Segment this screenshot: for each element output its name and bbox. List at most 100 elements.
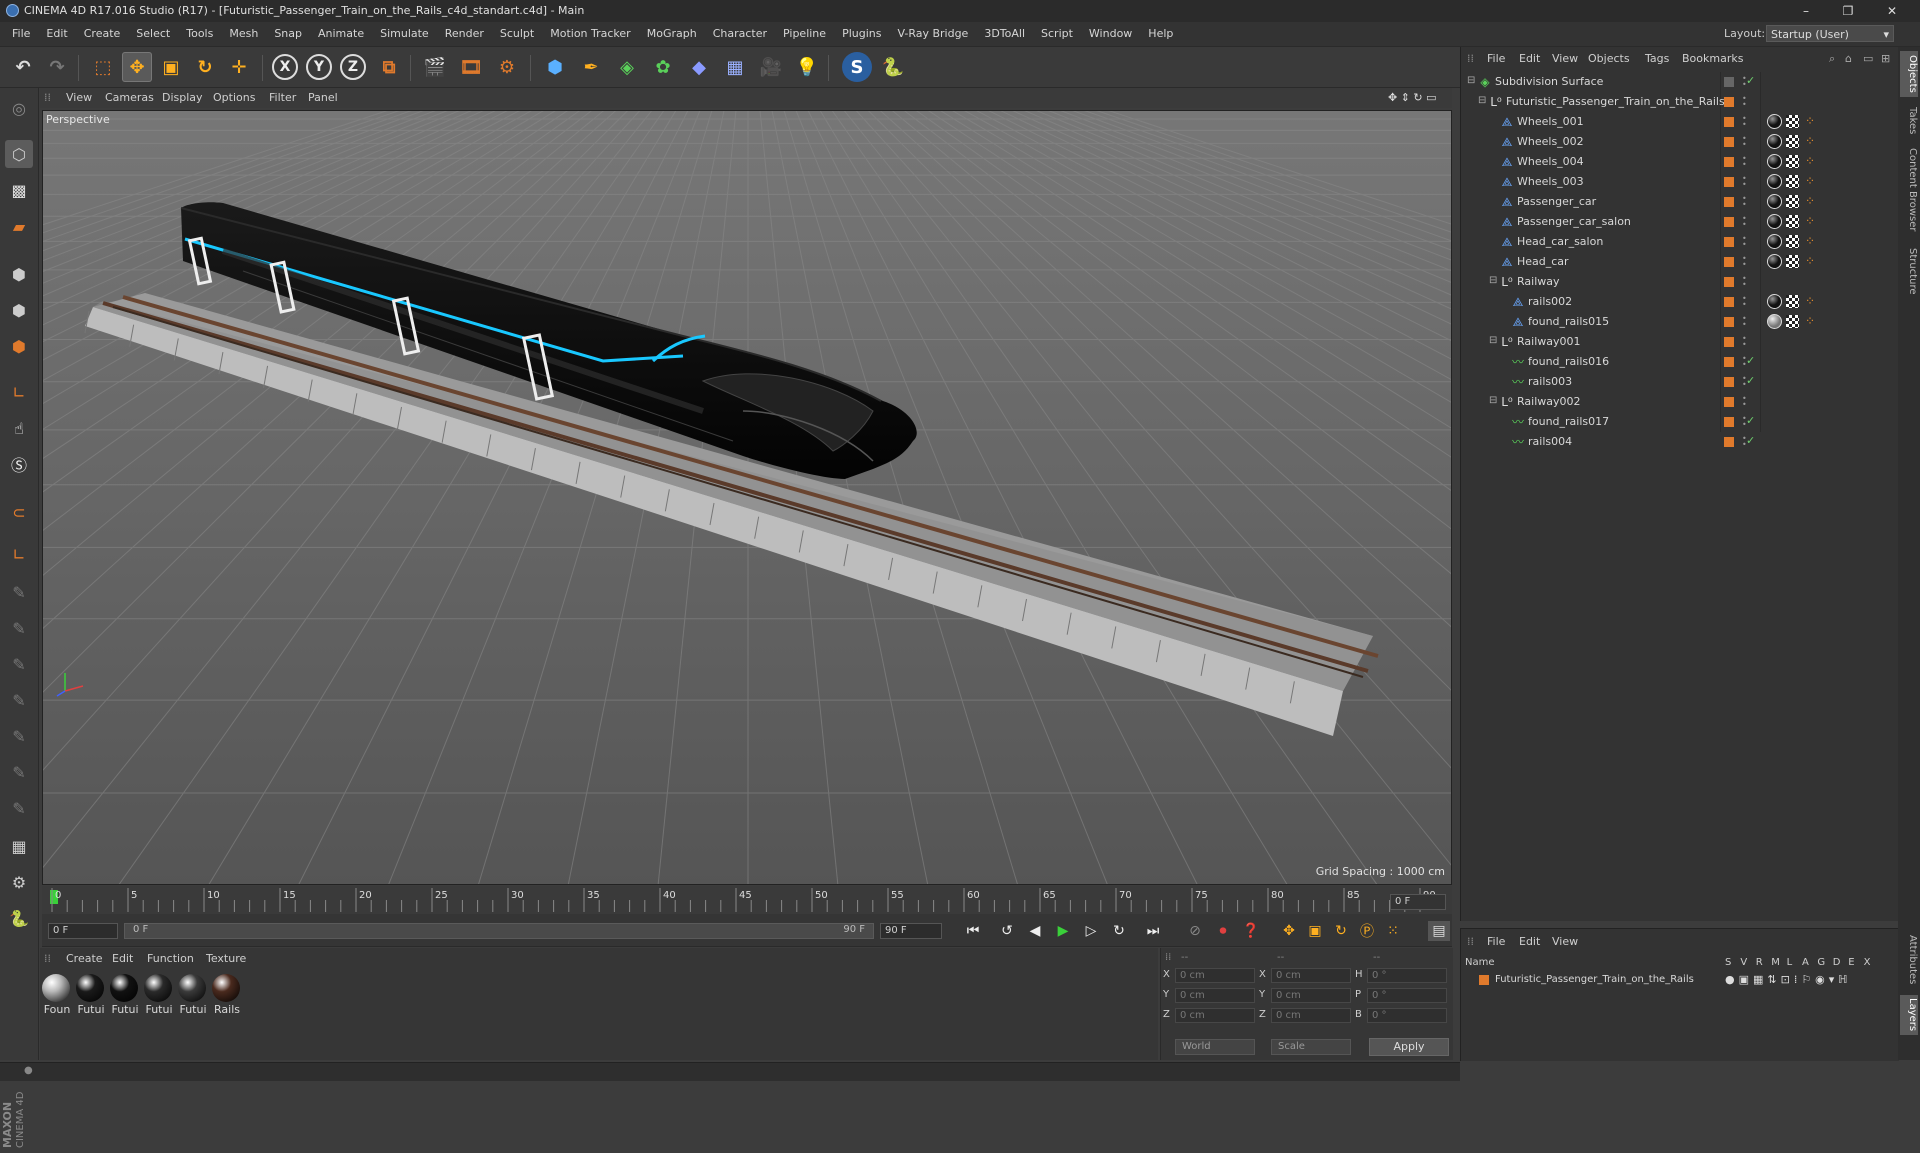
go-to-end-icon[interactable]: ⏭: [1142, 921, 1164, 941]
layout-select[interactable]: Startup (User): [1766, 25, 1894, 43]
material-swatch[interactable]: Futui: [110, 974, 140, 1016]
uvw-tag-icon[interactable]: [1786, 315, 1799, 328]
sculpt-pull-icon[interactable]: ✎: [5, 614, 33, 642]
material-tag-icon[interactable]: [1767, 254, 1782, 269]
tree-collapse-icon[interactable]: ⊟: [1489, 275, 1497, 286]
visibility-dots-icon[interactable]: • •: [1742, 315, 1747, 329]
go-to-start-icon[interactable]: ⏮: [962, 921, 984, 941]
redo-icon[interactable]: ↷: [42, 52, 72, 82]
python-icon[interactable]: 🐍: [878, 52, 908, 82]
axis-mode-icon[interactable]: ∟: [5, 378, 33, 406]
visibility-dots-icon[interactable]: • •: [1742, 235, 1747, 249]
object-row[interactable]: ⟁ Head_car_salon • • ⁘: [1461, 232, 1899, 252]
perspective-viewport[interactable]: Perspective Grid Spacing : 1000 cm: [42, 110, 1452, 885]
enabled-check-icon[interactable]: ✓: [1746, 354, 1755, 367]
visibility-dots-icon[interactable]: • •: [1742, 195, 1747, 209]
layer-flag-column[interactable]: L: [1787, 957, 1793, 968]
key-pla-icon[interactable]: ⁙: [1382, 921, 1404, 941]
tree-collapse-icon[interactable]: ⊟: [1467, 75, 1475, 86]
menu-snap[interactable]: Snap: [266, 22, 310, 46]
object-row[interactable]: ⟁ Passenger_car_salon • • ⁘: [1461, 212, 1899, 232]
layer-color-icon[interactable]: [1724, 377, 1734, 387]
edges-mode-icon[interactable]: ⬢: [5, 296, 33, 324]
floor-object-icon[interactable]: ▦: [720, 52, 750, 82]
object-menu-edit[interactable]: Edit: [1519, 52, 1540, 65]
key-scale-icon[interactable]: ▣: [1304, 921, 1326, 941]
menu-simulate[interactable]: Simulate: [372, 22, 437, 46]
object-row[interactable]: ⟁ Wheels_004 • • ⁘: [1461, 152, 1899, 172]
tweak-mode-icon[interactable]: ☝: [5, 414, 33, 442]
next-key-icon[interactable]: ↻: [1108, 921, 1130, 941]
object-new-window-icon[interactable]: ▭: [1863, 52, 1873, 65]
camera-object-icon[interactable]: 🎥: [756, 52, 786, 82]
layer-flag-column[interactable]: E: [1848, 957, 1854, 968]
render-view-icon[interactable]: 🎬: [420, 52, 450, 82]
coordinate-space-select[interactable]: World: [1175, 1039, 1255, 1055]
layer-color-icon[interactable]: [1724, 217, 1734, 227]
viewport-menu-cameras[interactable]: Cameras: [105, 91, 154, 104]
menu-window[interactable]: Window: [1081, 22, 1140, 46]
enabled-check-icon[interactable]: ✓: [1746, 374, 1755, 387]
uvw-tag-icon[interactable]: [1786, 175, 1799, 188]
material-menu-create[interactable]: Create: [66, 952, 103, 965]
material-tag-icon[interactable]: [1767, 214, 1782, 229]
coord-value-field[interactable]: 0 °: [1367, 1008, 1447, 1023]
layer-color-icon[interactable]: [1724, 337, 1734, 347]
material-swatch[interactable]: Futui: [76, 974, 106, 1016]
viewport-menu-display[interactable]: Display: [162, 91, 203, 104]
layer-color-icon[interactable]: [1724, 77, 1734, 87]
visibility-dots-icon[interactable]: • •: [1742, 215, 1747, 229]
object-row[interactable]: ⟁ Wheels_001 • • ⁘: [1461, 112, 1899, 132]
layer-color-icon[interactable]: [1724, 237, 1734, 247]
layer-flag-column[interactable]: R: [1756, 957, 1763, 968]
phong-tag-icon[interactable]: ⁘: [1805, 314, 1815, 328]
layer-color-icon[interactable]: [1724, 137, 1734, 147]
menu-plugins[interactable]: Plugins: [834, 22, 889, 46]
sculpt-grab-icon[interactable]: ✎: [5, 686, 33, 714]
material-menu-edit[interactable]: Edit: [112, 952, 133, 965]
object-row[interactable]: ⟁ Wheels_003 • • ⁘: [1461, 172, 1899, 192]
uvw-tag-icon[interactable]: [1786, 295, 1799, 308]
menu-pipeline[interactable]: Pipeline: [775, 22, 834, 46]
phong-tag-icon[interactable]: ⁘: [1805, 234, 1815, 248]
viewport-menu-options[interactable]: Options: [213, 91, 255, 104]
cube-object-icon[interactable]: ⬢: [540, 52, 570, 82]
spline-pen-icon[interactable]: ✒: [576, 52, 606, 82]
material-tag-icon[interactable]: [1767, 174, 1782, 189]
object-row[interactable]: 〰 found_rails017 • • ✓: [1461, 412, 1899, 432]
tab-layers[interactable]: Layers: [1900, 995, 1918, 1035]
texture-mode-icon[interactable]: ▩: [5, 176, 33, 204]
coord-value-field[interactable]: 0 cm: [1175, 1008, 1255, 1023]
previous-frame-icon[interactable]: ◀: [1024, 921, 1046, 941]
key-parameter-icon[interactable]: Ⓟ: [1356, 921, 1378, 941]
object-row[interactable]: ⊟ L⁰ Futuristic_Passenger_Train_on_the_Rai…: [1461, 92, 1899, 112]
visibility-dots-icon[interactable]: • •: [1742, 175, 1747, 189]
uvw-tag-icon[interactable]: [1786, 115, 1799, 128]
menu-3dtoall[interactable]: 3DToAll: [976, 22, 1033, 46]
layer-color-icon[interactable]: [1724, 437, 1734, 447]
layer-color-icon[interactable]: [1724, 417, 1734, 427]
enabled-check-icon[interactable]: ✓: [1746, 74, 1755, 87]
uvw-tag-icon[interactable]: [1786, 215, 1799, 228]
viewport-menu-filter[interactable]: Filter: [269, 91, 296, 104]
coord-value-field[interactable]: 0 cm: [1175, 988, 1255, 1003]
layer-row[interactable]: Futuristic_Passenger_Train_on_the_Rails …: [1461, 971, 1899, 989]
coord-value-field[interactable]: 0 cm: [1175, 968, 1255, 983]
object-row[interactable]: ⟁ found_rails015 • • ⁘: [1461, 312, 1899, 332]
uvw-tag-icon[interactable]: [1786, 235, 1799, 248]
polygons-mode-icon[interactable]: ⬢: [5, 332, 33, 360]
light-object-icon[interactable]: 💡: [792, 52, 822, 82]
layer-flag-column[interactable]: S: [1725, 957, 1731, 968]
coord-value-field[interactable]: 0 °: [1367, 968, 1447, 983]
layer-color-icon[interactable]: [1724, 117, 1734, 127]
layer-color-icon[interactable]: [1724, 97, 1734, 107]
layer-flag-column[interactable]: V: [1740, 957, 1747, 968]
snap-icon[interactable]: Ⓢ: [5, 450, 33, 478]
object-row[interactable]: ⊟ L⁰ Railway001 • •: [1461, 332, 1899, 352]
menu-edit[interactable]: Edit: [38, 22, 75, 46]
menu-help[interactable]: Help: [1140, 22, 1181, 46]
tab-objects[interactable]: Objects: [1900, 51, 1918, 97]
x-axis-lock-button[interactable]: X: [272, 54, 298, 80]
phong-tag-icon[interactable]: ⁘: [1805, 134, 1815, 148]
material-swatch[interactable]: Futui: [144, 974, 174, 1016]
